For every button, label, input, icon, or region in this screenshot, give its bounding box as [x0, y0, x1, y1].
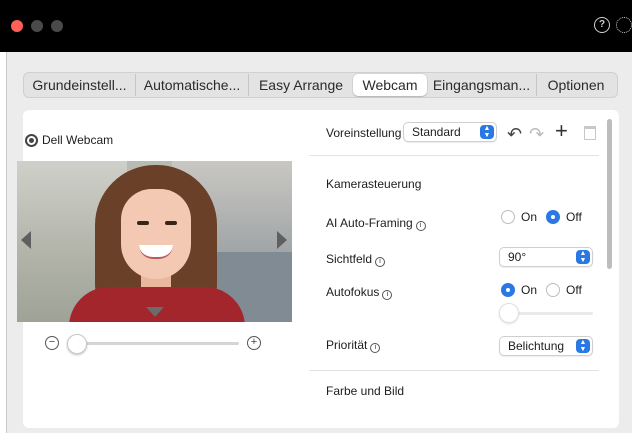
pan-down-icon[interactable]	[146, 307, 164, 317]
autofocus-off-label: Off	[566, 283, 582, 297]
autofocus-on-label: On	[521, 283, 538, 297]
info-icon[interactable]: i	[375, 257, 386, 267]
tab-bar: Grundeinstell... Automatische... Easy Ar…	[23, 72, 618, 98]
window-content: Grundeinstell... Automatische... Easy Ar…	[6, 52, 632, 433]
trash-icon[interactable]	[584, 126, 596, 140]
color-image-heading: Farbe und Bild	[326, 384, 405, 398]
priority-label: Priorität i	[326, 338, 381, 353]
pan-left-icon[interactable]	[21, 231, 31, 249]
select-chevron-icon: ▲ ▼	[576, 339, 590, 353]
tab-label: Optionen	[547, 77, 605, 93]
title-bar: ?	[0, 0, 632, 52]
minimize-window-button[interactable]	[31, 20, 43, 32]
zoom-window-button[interactable]	[51, 20, 63, 32]
tab-basic-settings[interactable]: Grundeinstell...	[24, 74, 136, 96]
divider	[309, 155, 599, 156]
camera-name: Dell Webcam	[42, 133, 114, 147]
camera-preview	[17, 161, 292, 322]
ai-framing-label-text: AI Auto-Framing	[326, 216, 413, 230]
tab-label: Eingangsman...	[432, 77, 531, 93]
zoom-slider-thumb[interactable]	[67, 334, 87, 354]
preset-value: Standard	[412, 125, 461, 139]
select-chevron-icon: ▲ ▼	[576, 250, 590, 264]
tab-webcam[interactable]: Webcam	[353, 74, 427, 96]
zoom-out-icon[interactable]: −	[45, 336, 59, 350]
pan-right-icon[interactable]	[277, 231, 287, 249]
autofocus-label: Autofokus i	[326, 285, 393, 300]
preview-person-face	[121, 189, 191, 279]
preset-select[interactable]: Standard ▲ ▼	[403, 122, 497, 142]
add-icon[interactable]: +	[555, 120, 568, 142]
help-icon[interactable]: ?	[594, 17, 610, 33]
ai-framing-off-label: Off	[566, 210, 582, 224]
divider	[309, 370, 599, 371]
autofocus-on-radio[interactable]	[501, 283, 515, 297]
camera-control-heading: Kamerasteuerung	[326, 177, 422, 191]
close-window-button[interactable]	[11, 20, 23, 32]
priority-label-text: Priorität	[326, 338, 368, 352]
focus-slider-thumb[interactable]	[499, 303, 519, 323]
autofocus-label-text: Autofokus	[326, 285, 380, 299]
info-icon[interactable]: i	[370, 343, 381, 353]
scrollbar[interactable]	[607, 119, 612, 269]
preview-person-eye	[165, 221, 177, 225]
ai-framing-label: AI Auto-Framing i	[326, 216, 426, 231]
info-icon[interactable]: i	[382, 290, 393, 300]
field-of-view-label-text: Sichtfeld	[326, 252, 373, 266]
ai-framing-off-radio[interactable]	[546, 210, 560, 224]
field-of-view-select[interactable]: 90° ▲ ▼	[499, 247, 593, 267]
priority-select[interactable]: Belichtung ▲ ▼	[499, 336, 593, 356]
gear-icon[interactable]	[616, 17, 632, 33]
autofocus-off-radio[interactable]	[546, 283, 560, 297]
ai-framing-on-label: On	[521, 210, 538, 224]
preset-label: Voreinstellung	[326, 126, 402, 140]
webcam-icon	[25, 133, 38, 147]
select-chevron-icon: ▲ ▼	[480, 125, 494, 139]
redo-icon[interactable]: ↷	[529, 125, 544, 143]
zoom-slider-track[interactable]	[67, 342, 239, 345]
tab-label: Webcam	[362, 77, 418, 93]
tab-options[interactable]: Optionen	[537, 74, 615, 96]
preview-person-eye	[137, 221, 149, 225]
field-of-view-value: 90°	[508, 250, 527, 264]
info-icon[interactable]: i	[415, 221, 426, 231]
tab-automatic[interactable]: Automatische...	[136, 74, 249, 96]
tab-input-manager[interactable]: Eingangsman...	[427, 74, 537, 96]
ai-framing-on-radio[interactable]	[501, 210, 515, 224]
tab-label: Easy Arrange	[258, 77, 344, 93]
tab-label: Automatische...	[143, 77, 241, 93]
priority-value: Belichtung	[508, 339, 565, 353]
tab-easy-arrange[interactable]: Easy Arrange	[249, 74, 353, 96]
field-of-view-label: Sichtfeld i	[326, 252, 386, 267]
tab-label: Grundeinstell...	[32, 77, 127, 93]
undo-icon[interactable]: ↶	[507, 125, 522, 143]
zoom-in-icon[interactable]: +	[247, 336, 261, 350]
camera-name-label: Dell Webcam	[25, 132, 113, 148]
